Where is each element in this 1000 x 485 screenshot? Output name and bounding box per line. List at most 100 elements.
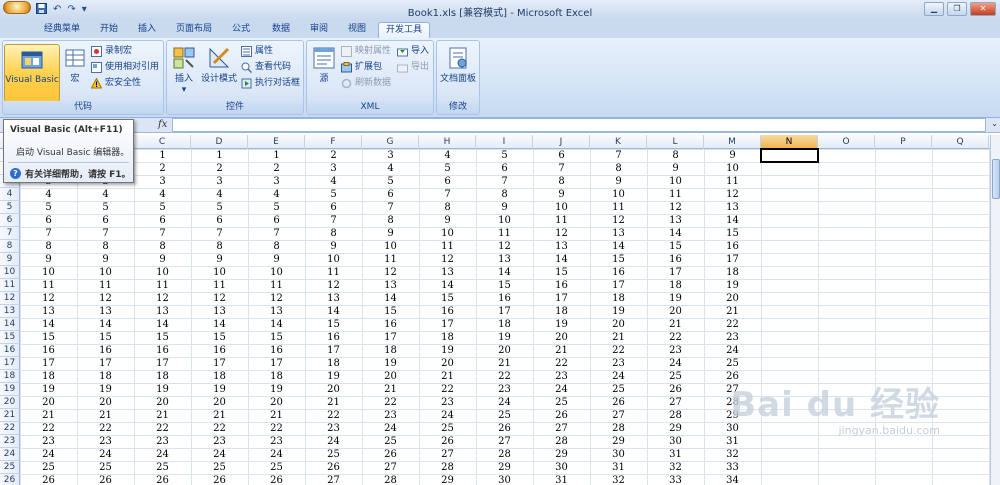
cell-d24[interactable]: 24 bbox=[191, 448, 248, 461]
cell-d26[interactable]: 26 bbox=[191, 474, 248, 485]
cell-j3[interactable]: 8 bbox=[533, 175, 590, 188]
cell-k7[interactable]: 13 bbox=[590, 227, 647, 240]
cell-k9[interactable]: 15 bbox=[590, 253, 647, 266]
cell-a26[interactable]: 26 bbox=[20, 474, 77, 485]
row-header[interactable]: 20 bbox=[0, 396, 20, 409]
cell-g17[interactable]: 19 bbox=[362, 357, 419, 370]
close-button[interactable]: ✕ bbox=[970, 2, 996, 16]
cell-d10[interactable]: 10 bbox=[191, 266, 248, 279]
cell-f19[interactable]: 20 bbox=[305, 383, 362, 396]
cell-a18[interactable]: 18 bbox=[20, 370, 77, 383]
cell-e16[interactable]: 16 bbox=[248, 344, 305, 357]
cell-c3[interactable]: 3 bbox=[134, 175, 191, 188]
cell-h7[interactable]: 10 bbox=[419, 227, 476, 240]
row-header[interactable]: 17 bbox=[0, 357, 20, 370]
cell-e19[interactable]: 19 bbox=[248, 383, 305, 396]
cell-b4[interactable]: 4 bbox=[77, 188, 134, 201]
cell-h15[interactable]: 18 bbox=[419, 331, 476, 344]
column-header-q[interactable]: Q bbox=[932, 135, 989, 149]
cell-d21[interactable]: 21 bbox=[191, 409, 248, 422]
tab-page-layout[interactable]: 页面布局 bbox=[168, 22, 220, 38]
cell-a24[interactable]: 24 bbox=[20, 448, 77, 461]
cell-d23[interactable]: 23 bbox=[191, 435, 248, 448]
cell-f11[interactable]: 12 bbox=[305, 279, 362, 292]
cell-l19[interactable]: 26 bbox=[647, 383, 704, 396]
cell-e11[interactable]: 11 bbox=[248, 279, 305, 292]
cell-m14[interactable]: 22 bbox=[704, 318, 761, 331]
cell-f12[interactable]: 13 bbox=[305, 292, 362, 305]
cell-j4[interactable]: 9 bbox=[533, 188, 590, 201]
cell-l25[interactable]: 32 bbox=[647, 461, 704, 474]
cell-l3[interactable]: 10 bbox=[647, 175, 704, 188]
cell-k8[interactable]: 14 bbox=[590, 240, 647, 253]
cell-i22[interactable]: 26 bbox=[476, 422, 533, 435]
cell-j26[interactable]: 31 bbox=[533, 474, 590, 485]
row-header[interactable]: 7 bbox=[0, 227, 20, 240]
cell-l16[interactable]: 23 bbox=[647, 344, 704, 357]
cell-f3[interactable]: 4 bbox=[305, 175, 362, 188]
cell-k21[interactable]: 27 bbox=[590, 409, 647, 422]
cell-g24[interactable]: 26 bbox=[362, 448, 419, 461]
cell-k2[interactable]: 8 bbox=[590, 162, 647, 175]
cell-i17[interactable]: 21 bbox=[476, 357, 533, 370]
cell-i9[interactable]: 13 bbox=[476, 253, 533, 266]
cell-d7[interactable]: 7 bbox=[191, 227, 248, 240]
cell-d12[interactable]: 12 bbox=[191, 292, 248, 305]
cell-h16[interactable]: 19 bbox=[419, 344, 476, 357]
column-header-e[interactable]: E bbox=[248, 135, 305, 149]
row-header[interactable]: 8 bbox=[0, 240, 20, 253]
cell-h10[interactable]: 13 bbox=[419, 266, 476, 279]
cell-h5[interactable]: 8 bbox=[419, 201, 476, 214]
cell-a12[interactable]: 12 bbox=[20, 292, 77, 305]
row-header[interactable]: 24 bbox=[0, 448, 20, 461]
cell-k20[interactable]: 26 bbox=[590, 396, 647, 409]
cell-f21[interactable]: 22 bbox=[305, 409, 362, 422]
cell-g8[interactable]: 10 bbox=[362, 240, 419, 253]
cell-j25[interactable]: 30 bbox=[533, 461, 590, 474]
cell-h22[interactable]: 25 bbox=[419, 422, 476, 435]
cell-j5[interactable]: 10 bbox=[533, 201, 590, 214]
cell-a23[interactable]: 23 bbox=[20, 435, 77, 448]
cell-g7[interactable]: 9 bbox=[362, 227, 419, 240]
cell-d8[interactable]: 8 bbox=[191, 240, 248, 253]
cell-b19[interactable]: 19 bbox=[77, 383, 134, 396]
cell-h1[interactable]: 4 bbox=[419, 149, 476, 162]
import-button[interactable]: 导入 bbox=[397, 45, 429, 58]
cell-g14[interactable]: 16 bbox=[362, 318, 419, 331]
cell-l11[interactable]: 18 bbox=[647, 279, 704, 292]
cell-i19[interactable]: 23 bbox=[476, 383, 533, 396]
cell-e21[interactable]: 21 bbox=[248, 409, 305, 422]
cell-c19[interactable]: 19 bbox=[134, 383, 191, 396]
cell-a17[interactable]: 17 bbox=[20, 357, 77, 370]
cell-h24[interactable]: 27 bbox=[419, 448, 476, 461]
cell-a22[interactable]: 22 bbox=[20, 422, 77, 435]
cell-i15[interactable]: 19 bbox=[476, 331, 533, 344]
cell-k25[interactable]: 31 bbox=[590, 461, 647, 474]
cell-m11[interactable]: 19 bbox=[704, 279, 761, 292]
cell-j11[interactable]: 16 bbox=[533, 279, 590, 292]
cell-a11[interactable]: 11 bbox=[20, 279, 77, 292]
cell-m16[interactable]: 24 bbox=[704, 344, 761, 357]
cell-a25[interactable]: 25 bbox=[20, 461, 77, 474]
cell-m5[interactable]: 13 bbox=[704, 201, 761, 214]
cell-h11[interactable]: 14 bbox=[419, 279, 476, 292]
cell-i16[interactable]: 20 bbox=[476, 344, 533, 357]
cell-g11[interactable]: 13 bbox=[362, 279, 419, 292]
row-header[interactable]: 5 bbox=[0, 201, 20, 214]
cell-c16[interactable]: 16 bbox=[134, 344, 191, 357]
cell-a10[interactable]: 10 bbox=[20, 266, 77, 279]
cell-h18[interactable]: 21 bbox=[419, 370, 476, 383]
cell-i14[interactable]: 18 bbox=[476, 318, 533, 331]
cell-l26[interactable]: 33 bbox=[647, 474, 704, 485]
cell-m10[interactable]: 18 bbox=[704, 266, 761, 279]
tab-view[interactable]: 视图 bbox=[340, 22, 374, 38]
cell-l1[interactable]: 8 bbox=[647, 149, 704, 162]
cell-j15[interactable]: 20 bbox=[533, 331, 590, 344]
cell-f26[interactable]: 27 bbox=[305, 474, 362, 485]
cell-c10[interactable]: 10 bbox=[134, 266, 191, 279]
column-header-h[interactable]: H bbox=[419, 135, 476, 149]
insert-control-button[interactable]: 插入 ▾ bbox=[169, 44, 199, 102]
cell-k17[interactable]: 23 bbox=[590, 357, 647, 370]
cell-d1[interactable]: 1 bbox=[191, 149, 248, 162]
cell-i10[interactable]: 14 bbox=[476, 266, 533, 279]
